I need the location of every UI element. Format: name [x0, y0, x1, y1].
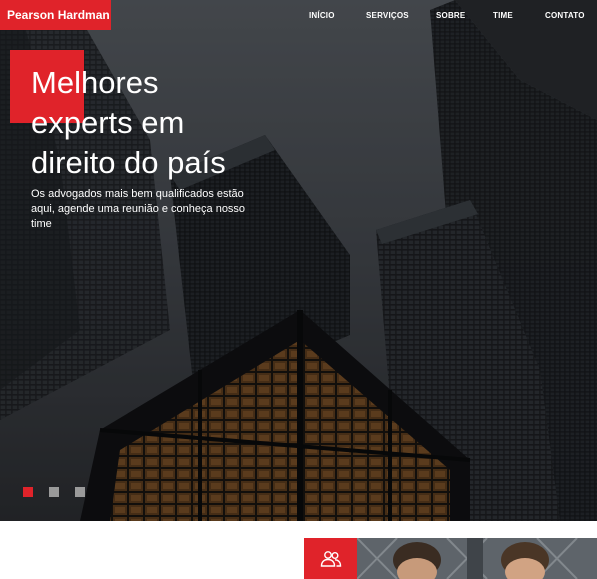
hero-subtitle-line: time	[31, 218, 52, 230]
hero-subtitle-line: aqui, agende uma reunião e conheça nosso	[31, 203, 246, 215]
hero-headline-line: Melhores	[31, 65, 159, 100]
hero-headline-line: direito do país	[31, 145, 226, 180]
nav-sobre[interactable]: SOBRE	[436, 11, 465, 23]
hero-subtitle-line: Os advogados mais bem qualificados estão	[31, 188, 244, 200]
nav-servicos[interactable]: SERVIÇOS	[366, 11, 409, 23]
slider-dot-3[interactable]	[75, 487, 85, 497]
nav-inicio[interactable]: INÍCIO	[309, 11, 335, 23]
slider-dot-2[interactable]	[49, 487, 59, 497]
hero-subtitle: Os advogados mais bem qualificados estão…	[31, 187, 271, 232]
nav-contato[interactable]: CONTATO	[545, 11, 585, 23]
brand-logo[interactable]: Pearson Hardman	[0, 0, 111, 30]
team-photo-image	[357, 538, 597, 579]
nav-time[interactable]: TIME	[493, 11, 513, 23]
hero-headline-line: experts em	[31, 105, 185, 140]
hero-section: Pearson Hardman INÍCIO SERVIÇOS SOBRE TI…	[0, 0, 597, 521]
team-photo	[357, 538, 597, 579]
people-icon	[320, 550, 341, 567]
brand-name: Pearson Hardman	[7, 8, 110, 22]
team-icon-box	[304, 538, 357, 579]
hero-headline: Melhores experts em direito do país	[31, 63, 331, 183]
slider-dot-1[interactable]	[23, 487, 33, 497]
